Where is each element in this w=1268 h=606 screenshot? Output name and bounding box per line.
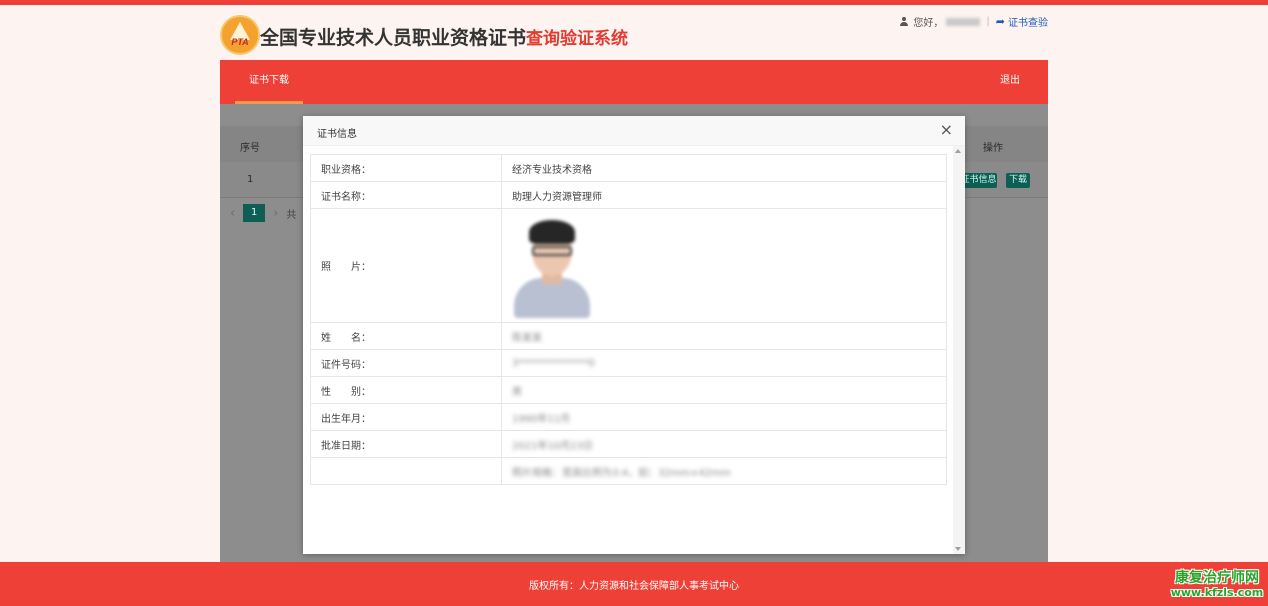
- tab-certificate-download[interactable]: 证书下载: [235, 60, 303, 104]
- main-nav: 证书下载 退出: [220, 60, 1048, 104]
- greeting-text: 您好，: [913, 18, 944, 29]
- pagination: ‹ 1 › 共: [230, 204, 296, 222]
- copyright-text: 版权所有：人力资源和社会保障部人事考试中心: [529, 581, 739, 592]
- user-icon: [900, 17, 910, 26]
- info-label: 证书名称：: [310, 181, 502, 209]
- user-name-redacted: [946, 17, 981, 26]
- info-row-id-number: 证件号码： 3**************0: [310, 349, 947, 377]
- column-header-operation: 操作: [983, 143, 1003, 154]
- prev-page-icon[interactable]: ‹: [230, 206, 235, 221]
- modal-header: 证书信息 ×: [303, 116, 965, 146]
- watermark-url: www.kfzls.com: [1170, 586, 1264, 599]
- scroll-down-icon[interactable]: [955, 547, 961, 551]
- info-row-birth: 出生年月： 1990年11月: [310, 403, 947, 431]
- id-photo: [512, 214, 592, 318]
- scroll-up-icon[interactable]: [955, 149, 961, 153]
- certificate-info-table: 职业资格： 经济专业技术资格 证书名称： 助理人力资源管理师 照 片： 姓 名：…: [310, 154, 947, 485]
- redacted-value: 3**************0: [512, 357, 595, 369]
- next-page-icon[interactable]: ›: [273, 206, 278, 221]
- info-row-photo: 照 片：: [310, 208, 947, 323]
- redacted-value: 1990年11月: [512, 413, 571, 425]
- info-row-gender: 性 别： 男: [310, 376, 947, 404]
- logout-link[interactable]: 退出: [1000, 60, 1020, 102]
- row-seq: 1: [247, 174, 254, 185]
- info-value: 1990年11月: [501, 403, 947, 431]
- info-label: 照 片：: [310, 208, 502, 323]
- info-value: 男: [501, 376, 947, 404]
- info-label: [310, 457, 502, 485]
- redacted-value: 2021年10月23日: [512, 440, 593, 452]
- info-value: 3**************0: [501, 349, 947, 377]
- info-label: 证件号码：: [310, 349, 502, 377]
- site-title-main: 全国专业技术人员职业资格证书: [260, 27, 527, 49]
- page-number-current[interactable]: 1: [243, 204, 266, 222]
- site-title: 全国专业技术人员职业资格证书查询验证系统: [260, 23, 628, 50]
- certificate-info-modal: 证书信息 × 职业资格： 经济专业技术资格 证书名称： 助理人力资源管理师 照 …: [303, 116, 965, 554]
- info-value: 助理人力资源管理师: [501, 181, 947, 209]
- info-row-qualification: 职业资格： 经济专业技术资格: [310, 154, 947, 182]
- info-row-name: 姓 名： 陈某某: [310, 322, 947, 350]
- user-area: 您好， | ➦ 证书查验: [900, 14, 1048, 29]
- site-header: PTA 全国专业技术人员职业资格证书查询验证系统 您好， | ➦ 证书查验: [220, 5, 1048, 60]
- info-label: 职业资格：: [310, 154, 502, 182]
- info-value: 经济专业技术资格: [501, 154, 947, 182]
- info-label: 性 别：: [310, 376, 502, 404]
- info-value: 陈某某: [501, 322, 947, 350]
- modal-scrollbar[interactable]: [953, 146, 965, 554]
- info-row-extra: 照片规格：宽高比例为3:4，如：32mm×42mm: [310, 457, 947, 485]
- modal-title: 证书信息: [317, 129, 357, 140]
- info-label: 出生年月：: [310, 403, 502, 431]
- logo-text: PTA: [231, 37, 249, 47]
- certificate-verify-link[interactable]: 证书查验: [1008, 14, 1048, 29]
- header-separator: |: [986, 16, 990, 27]
- info-value: 照片规格：宽高比例为3:4，如：32mm×42mm: [501, 457, 947, 485]
- site-title-sub: 查询验证系统: [526, 29, 629, 49]
- info-value-photo: [501, 208, 947, 323]
- certificate-info-button[interactable]: 证书信息: [960, 173, 997, 188]
- pta-logo: PTA: [220, 15, 260, 55]
- info-row-certificate-name: 证书名称： 助理人力资源管理师: [310, 181, 947, 209]
- info-row-approval-date: 批准日期： 2021年10月23日: [310, 430, 947, 458]
- share-arrow-icon[interactable]: ➦: [996, 15, 1005, 28]
- column-header-seq: 序号: [240, 143, 260, 154]
- info-value: 2021年10月23日: [501, 430, 947, 458]
- pager-total-text: 共: [286, 209, 297, 221]
- info-label: 批准日期：: [310, 430, 502, 458]
- watermark-title: 康复治疗师网: [1175, 570, 1259, 586]
- redacted-value: 陈某某: [512, 332, 542, 344]
- info-label: 姓 名：: [310, 322, 502, 350]
- download-button[interactable]: 下载: [1006, 173, 1030, 188]
- close-icon[interactable]: ×: [940, 121, 953, 139]
- site-watermark: 康复治疗师网 www.kfzls.com: [1170, 570, 1264, 599]
- site-footer: 版权所有：人力资源和社会保障部人事考试中心: [0, 562, 1268, 606]
- redacted-value: 男: [512, 386, 522, 398]
- redacted-value: 照片规格：宽高比例为3:4，如：32mm×42mm: [512, 467, 731, 479]
